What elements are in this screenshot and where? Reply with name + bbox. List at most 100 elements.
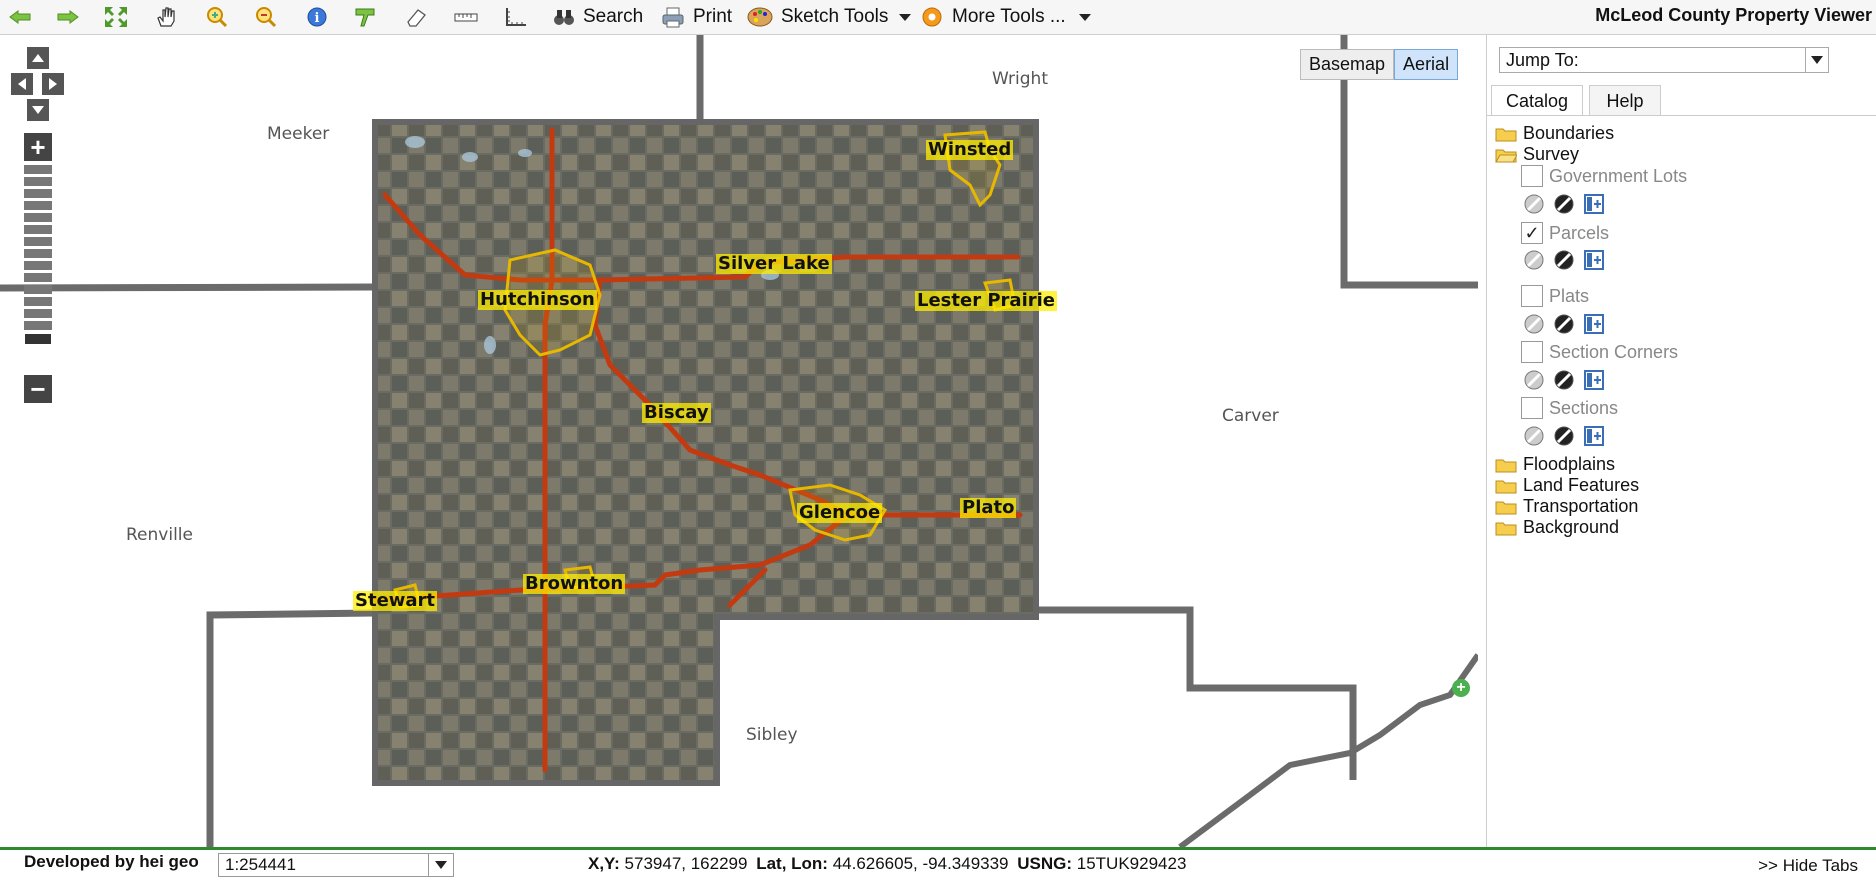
measure-distance-icon[interactable]: [454, 6, 478, 28]
folder-icon: [1495, 522, 1517, 535]
transparency-decrease-icon[interactable]: [1523, 249, 1545, 271]
basemap-button[interactable]: Basemap: [1300, 49, 1395, 80]
city-label-lester-prairie: Lester Prairie: [915, 290, 1057, 311]
pan-hand-icon[interactable]: [155, 6, 179, 28]
legend-icon[interactable]: [1583, 425, 1605, 447]
zoom-in-button[interactable]: +: [24, 132, 52, 162]
transparency-decrease-icon[interactable]: [1523, 193, 1545, 215]
layer-government-lots[interactable]: Government Lots: [1521, 165, 1687, 187]
folder-icon: [1495, 128, 1517, 141]
scale-value: 1:254441: [225, 855, 296, 874]
transparency-increase-icon[interactable]: [1553, 193, 1575, 215]
zoom-out-button[interactable]: −: [24, 374, 52, 404]
forward-arrow-icon[interactable]: [56, 6, 80, 28]
hide-tabs-link[interactable]: >> Hide Tabs: [1758, 856, 1858, 876]
usng-value: 15TUK929423: [1076, 854, 1187, 873]
zoom-out-icon[interactable]: [254, 6, 278, 28]
tree-group-label: Boundaries: [1523, 123, 1615, 143]
layer-sections[interactable]: Sections: [1521, 397, 1618, 419]
transparency-decrease-icon[interactable]: [1523, 313, 1545, 335]
xy-value: 573947, 162299: [624, 854, 748, 873]
search-button[interactable]: Search: [553, 4, 643, 30]
layer-checkbox[interactable]: [1521, 285, 1543, 307]
county-label-carver: Carver: [1222, 406, 1279, 426]
sketch-tools-menu[interactable]: Sketch Tools: [747, 4, 920, 30]
legend-icon[interactable]: [1583, 193, 1605, 215]
jump-to-select[interactable]: Jump To:: [1499, 47, 1829, 73]
transparency-decrease-icon[interactable]: [1523, 425, 1545, 447]
full-extent-icon[interactable]: [104, 6, 128, 28]
city-label-winsted: Winsted: [926, 139, 1014, 160]
layer-label: Sections: [1549, 397, 1619, 418]
layer-checkbox[interactable]: [1521, 341, 1543, 363]
zoom-in-icon[interactable]: [205, 6, 229, 28]
chevron-down-icon[interactable]: [1805, 48, 1828, 72]
latlon-value: 44.626605, -94.349339: [832, 854, 1009, 873]
transparency-increase-icon[interactable]: [1553, 369, 1575, 391]
plus-circle-icon[interactable]: +: [1452, 679, 1470, 697]
legend-icon[interactable]: [1583, 313, 1605, 335]
back-arrow-icon[interactable]: [8, 6, 32, 28]
sketch-tools-label: Sketch Tools: [781, 6, 889, 27]
folder-icon: [1495, 480, 1517, 493]
palette-icon: [747, 7, 773, 27]
transparency-decrease-icon[interactable]: [1523, 369, 1545, 391]
highlight-icon[interactable]: [354, 6, 378, 28]
tree-group-label: Transportation: [1523, 496, 1639, 516]
tree-group-boundaries[interactable]: Boundaries: [1495, 123, 1614, 144]
usng-label: USNG:: [1017, 854, 1073, 873]
scale-select[interactable]: 1:254441: [218, 853, 454, 877]
pan-right-icon[interactable]: [42, 73, 64, 95]
eraser-icon[interactable]: [404, 6, 428, 28]
pan-up-icon[interactable]: [27, 47, 49, 69]
county-label-sibley: Sibley: [746, 725, 798, 745]
identify-icon[interactable]: i: [305, 6, 329, 28]
aerial-button[interactable]: Aerial: [1394, 49, 1459, 80]
chevron-down-icon: [1078, 14, 1091, 21]
chevron-down-icon[interactable]: [428, 854, 453, 876]
zoom-slider-handle[interactable]: [24, 333, 52, 345]
county-label-wright: Wright: [992, 69, 1048, 89]
folder-icon: [1495, 459, 1517, 472]
tree-group-background[interactable]: Background: [1495, 517, 1619, 538]
layer-label: Section Corners: [1549, 341, 1679, 362]
county-label-renville: Renville: [126, 525, 193, 545]
pan-down-icon[interactable]: [27, 99, 49, 121]
gear-icon: [922, 7, 942, 27]
chevron-down-icon: [899, 14, 912, 21]
transparency-increase-icon[interactable]: [1553, 249, 1575, 271]
tree-group-survey[interactable]: Survey: [1495, 144, 1579, 165]
layer-parcels[interactable]: ✓ Parcels: [1521, 222, 1609, 244]
city-label-glencoe: Glencoe: [797, 502, 883, 523]
layer-checkbox[interactable]: [1521, 397, 1543, 419]
layer-label: Plats: [1549, 285, 1590, 306]
legend-icon[interactable]: [1583, 369, 1605, 391]
xy-label: X,Y:: [588, 854, 620, 873]
zoom-slider[interactable]: [24, 165, 52, 375]
toolbar: i Search Print Sketch Tools More Tools .…: [0, 0, 1876, 35]
tree-group-floodplains[interactable]: Floodplains: [1495, 454, 1615, 475]
layer-plats[interactable]: Plats: [1521, 285, 1589, 307]
print-button[interactable]: Print: [661, 4, 732, 30]
tab-catalog[interactable]: Catalog: [1491, 85, 1583, 116]
pan-left-icon[interactable]: [11, 73, 33, 95]
tree-group-label: Survey: [1523, 144, 1580, 164]
transparency-increase-icon[interactable]: [1553, 425, 1575, 447]
binoculars-icon: [554, 10, 574, 25]
tab-help[interactable]: Help: [1589, 85, 1661, 116]
layer-checkbox[interactable]: [1521, 165, 1543, 187]
tree-group-land-features[interactable]: Land Features: [1495, 475, 1639, 496]
map-canvas[interactable]: [0, 35, 1478, 847]
more-tools-label: More Tools ...: [952, 6, 1066, 27]
layer-checkbox[interactable]: ✓: [1521, 222, 1543, 244]
tree-group-transportation[interactable]: Transportation: [1495, 496, 1638, 517]
status-bar: Developed by hei geo 1:254441 X,Y: 57394…: [0, 847, 1876, 880]
layer-section-corners[interactable]: Section Corners: [1521, 341, 1678, 363]
basemap-switch: Basemap Aerial: [1300, 49, 1459, 80]
layer-label: Government Lots: [1549, 165, 1688, 186]
more-tools-menu[interactable]: More Tools ...: [920, 4, 1100, 30]
transparency-increase-icon[interactable]: [1553, 313, 1575, 335]
legend-icon[interactable]: [1583, 249, 1605, 271]
map-view[interactable]: Wright Meeker Carver Renville Sibley Win…: [0, 35, 1478, 847]
measure-area-icon[interactable]: [504, 6, 528, 28]
